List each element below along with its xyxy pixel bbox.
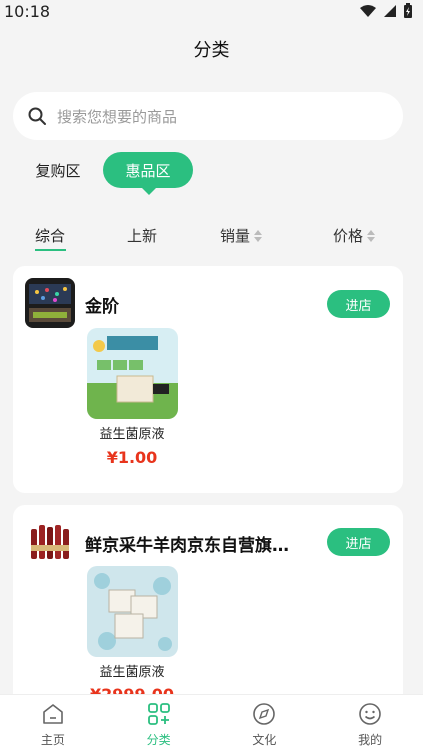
tab-culture[interactable]: 文化: [212, 695, 318, 755]
tab-home-label: 主页: [40, 733, 65, 747]
shop-logo[interactable]: [25, 515, 75, 565]
enter-shop-button[interactable]: 进店: [327, 290, 390, 318]
product-price: ¥1.00: [106, 448, 158, 467]
sort-comprehensive[interactable]: 综合: [35, 225, 65, 246]
shop-name[interactable]: 金阶: [85, 292, 315, 317]
smiley-icon: [359, 703, 381, 725]
tab-mine[interactable]: 我的: [317, 695, 423, 755]
tab-culture-label: 文化: [252, 733, 277, 747]
sort-sales[interactable]: 销量: [220, 225, 263, 246]
status-icons: [359, 3, 413, 19]
sort-active-indicator: [35, 249, 66, 251]
tab-home[interactable]: 主页: [0, 695, 106, 755]
wifi-icon: [360, 5, 376, 17]
tab-discount-zone[interactable]: 惠品区: [103, 152, 193, 195]
shop-logo[interactable]: [25, 278, 75, 328]
sort-arrows-icon: [254, 229, 263, 242]
sort-sales-label: 销量: [220, 227, 251, 245]
search-placeholder: 搜索您想要的商品: [57, 107, 178, 126]
sort-price[interactable]: 价格: [333, 225, 376, 246]
search-icon: [28, 107, 46, 125]
page-title: 分类: [193, 40, 230, 61]
sort-newest-label: 上新: [127, 227, 158, 245]
product-image[interactable]: [87, 328, 178, 419]
search-input[interactable]: 搜索您想要的商品: [13, 92, 403, 140]
tab-category[interactable]: 分类: [106, 695, 212, 755]
sort-arrows-icon: [367, 229, 376, 242]
status-bar: 10:18: [0, 0, 423, 22]
compass-icon: [253, 703, 276, 725]
bottom-tab-bar: 主页 分类 文化 我的: [0, 694, 423, 755]
tab-category-label: 分类: [146, 733, 171, 747]
enter-shop-button[interactable]: 进店: [327, 528, 390, 556]
sort-newest[interactable]: 上新: [127, 225, 157, 246]
product-name: 益生菌原液: [99, 665, 165, 680]
status-time: 10:18: [4, 1, 51, 21]
sort-price-label: 价格: [333, 227, 364, 245]
tab-repurchase-zone[interactable]: 复购区: [22, 152, 94, 188]
battery-icon: [404, 3, 412, 18]
signal-icon: [384, 5, 396, 17]
sort-comprehensive-label: 综合: [35, 227, 66, 245]
category-icon: [147, 703, 170, 725]
shop-card: 金阶 进店 益生菌原液 ¥1.00: [13, 266, 403, 493]
shop-name[interactable]: 鲜京采牛羊肉京东自营旗…: [85, 531, 305, 556]
home-icon: [43, 704, 63, 724]
product-name: 益生菌原液: [99, 427, 165, 442]
tab-mine-label: 我的: [358, 733, 383, 747]
shop-card: 鲜京采牛羊肉京东自营旗… 进店 益生菌原液 ¥2999.00: [13, 505, 403, 715]
product-image[interactable]: [87, 566, 178, 657]
